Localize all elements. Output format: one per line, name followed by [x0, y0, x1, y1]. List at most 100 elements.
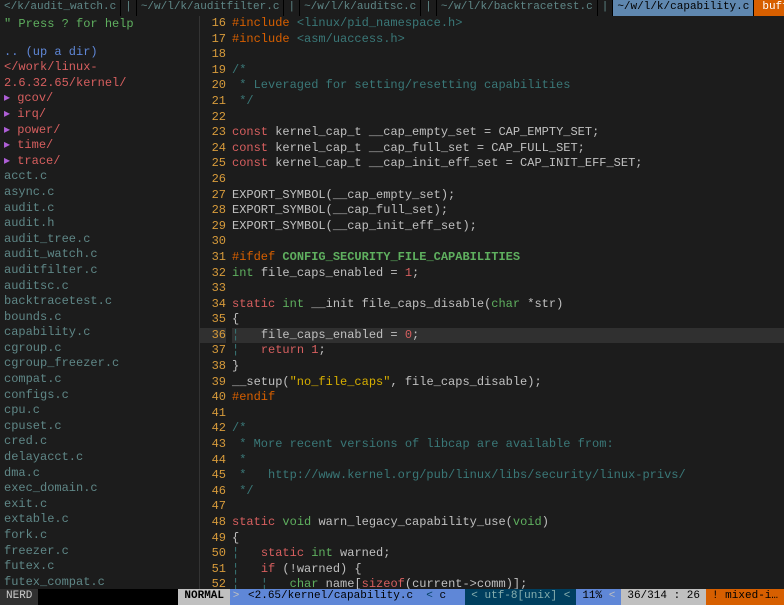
code-line[interactable]: [232, 172, 784, 188]
code-line[interactable]: *: [232, 453, 784, 469]
code-line[interactable]: #endif: [232, 390, 784, 406]
line-number: 26: [200, 172, 226, 188]
code-line[interactable]: ¦ file_caps_enabled = 0;: [232, 328, 784, 344]
file-entry[interactable]: fork.c: [4, 528, 195, 544]
code-line[interactable]: const kernel_cap_t __cap_empty_set = CAP…: [232, 125, 784, 141]
file-entry[interactable]: capability.c: [4, 325, 195, 341]
line-number: 43: [200, 437, 226, 453]
code-line[interactable]: EXPORT_SYMBOL(__cap_init_eff_set);: [232, 219, 784, 235]
file-entry[interactable]: futex_compat.c: [4, 575, 195, 589]
dir-entry[interactable]: ▸ gcov/: [4, 91, 195, 107]
line-number: 33: [200, 281, 226, 297]
file-tree-sidebar[interactable]: " Press ? for help .. (up a dir) </work/…: [0, 16, 200, 589]
line-number: 32: [200, 266, 226, 282]
code-content[interactable]: #include <linux/pid_namespace.h>#include…: [232, 16, 784, 589]
code-line[interactable]: static int __init file_caps_disable(char…: [232, 297, 784, 313]
line-number: 40: [200, 390, 226, 406]
code-line[interactable]: * http://www.kernel.org/pub/linux/libs/s…: [232, 468, 784, 484]
up-dir[interactable]: .. (up a dir): [4, 45, 195, 61]
code-line[interactable]: EXPORT_SYMBOL(__cap_full_set);: [232, 203, 784, 219]
code-line[interactable]: ¦ ¦ char name[sizeof(current->comm)];: [232, 577, 784, 589]
code-line[interactable]: [232, 499, 784, 515]
code-line[interactable]: EXPORT_SYMBOL(__cap_empty_set);: [232, 188, 784, 204]
code-line[interactable]: /*: [232, 421, 784, 437]
tab-1[interactable]: ~/w/l/k/auditfilter.c: [137, 0, 285, 16]
status-warning: ! mixed-i…: [706, 589, 784, 605]
file-entry[interactable]: bounds.c: [4, 310, 195, 326]
file-entry[interactable]: backtracetest.c: [4, 294, 195, 310]
file-entry[interactable]: exit.c: [4, 497, 195, 513]
code-line[interactable]: [232, 281, 784, 297]
code-line[interactable]: */: [232, 484, 784, 500]
dir-entry[interactable]: ▸ trace/: [4, 154, 195, 170]
file-entry[interactable]: cpu.c: [4, 403, 195, 419]
line-number: 27: [200, 188, 226, 204]
file-entry[interactable]: audit.h: [4, 216, 195, 232]
file-entry[interactable]: audit.c: [4, 201, 195, 217]
file-entry[interactable]: exec_domain.c: [4, 481, 195, 497]
tab-4[interactable]: ~/w/l/k/capability.c: [613, 0, 754, 16]
tab-0[interactable]: </k/audit_watch.c: [0, 0, 121, 16]
dir-entry[interactable]: ▸ power/: [4, 123, 195, 139]
code-line[interactable]: const kernel_cap_t __cap_full_set = CAP_…: [232, 141, 784, 157]
code-line[interactable]: __setup("no_file_caps", file_caps_disabl…: [232, 375, 784, 391]
buffers-button[interactable]: buffers: [754, 0, 784, 16]
file-entry[interactable]: dma.c: [4, 466, 195, 482]
line-number: 18: [200, 47, 226, 63]
code-line[interactable]: * More recent versions of libcap are ava…: [232, 437, 784, 453]
file-entry[interactable]: compat.c: [4, 372, 195, 388]
line-number: 46: [200, 484, 226, 500]
line-number: 41: [200, 406, 226, 422]
file-entry[interactable]: futex.c: [4, 559, 195, 575]
line-number: 49: [200, 531, 226, 547]
code-line[interactable]: ¦ if (!warned) {: [232, 562, 784, 578]
code-line[interactable]: #ifdef CONFIG_SECURITY_FILE_CAPABILITIES: [232, 250, 784, 266]
code-line[interactable]: ¦ return 1;: [232, 343, 784, 359]
file-entry[interactable]: extable.c: [4, 512, 195, 528]
file-entry[interactable]: acct.c: [4, 169, 195, 185]
status-percent: 11% <: [576, 589, 621, 605]
file-entry[interactable]: async.c: [4, 185, 195, 201]
line-number: 21: [200, 94, 226, 110]
file-entry[interactable]: auditsc.c: [4, 279, 195, 295]
line-number: 16: [200, 16, 226, 32]
line-number: 23: [200, 125, 226, 141]
line-number: 35: [200, 312, 226, 328]
file-entry[interactable]: freezer.c: [4, 544, 195, 560]
code-line[interactable]: const kernel_cap_t __cap_init_eff_set = …: [232, 156, 784, 172]
code-line[interactable]: {: [232, 312, 784, 328]
code-line[interactable]: ¦ static int warned;: [232, 546, 784, 562]
dir-entry[interactable]: ▸ time/: [4, 138, 195, 154]
code-line[interactable]: #include <asm/uaccess.h>: [232, 32, 784, 48]
file-entry[interactable]: audit_tree.c: [4, 232, 195, 248]
file-entry[interactable]: configs.c: [4, 388, 195, 404]
code-line[interactable]: [232, 406, 784, 422]
file-entry[interactable]: cgroup.c: [4, 341, 195, 357]
file-entry[interactable]: delayacct.c: [4, 450, 195, 466]
line-number: 36: [200, 328, 226, 344]
code-editor[interactable]: 1617181920212223242526272829303132333435…: [200, 16, 784, 589]
code-line[interactable]: [232, 47, 784, 63]
file-entry[interactable]: audit_watch.c: [4, 247, 195, 263]
code-line[interactable]: #include <linux/pid_namespace.h>: [232, 16, 784, 32]
code-line[interactable]: [232, 110, 784, 126]
file-entry[interactable]: cpuset.c: [4, 419, 195, 435]
status-nerd: NERD: [0, 589, 38, 605]
file-entry[interactable]: cred.c: [4, 434, 195, 450]
tab-bar: </k/audit_watch.c|~/w/l/k/auditfilter.c|…: [0, 0, 784, 16]
code-line[interactable]: /*: [232, 63, 784, 79]
code-line[interactable]: static void warn_legacy_capability_use(v…: [232, 515, 784, 531]
code-line[interactable]: [232, 234, 784, 250]
code-line[interactable]: * Leveraged for setting/resetting capabi…: [232, 78, 784, 94]
file-entry[interactable]: auditfilter.c: [4, 263, 195, 279]
tab-3[interactable]: ~/w/l/k/backtracetest.c: [437, 0, 598, 16]
code-line[interactable]: */: [232, 94, 784, 110]
line-number: 34: [200, 297, 226, 313]
file-list: acct.c async.c audit.c audit.h audit_tre…: [4, 169, 195, 589]
tab-2[interactable]: ~/w/l/k/auditsc.c: [300, 0, 421, 16]
code-line[interactable]: }: [232, 359, 784, 375]
code-line[interactable]: {: [232, 531, 784, 547]
code-line[interactable]: int file_caps_enabled = 1;: [232, 266, 784, 282]
file-entry[interactable]: cgroup_freezer.c: [4, 356, 195, 372]
dir-entry[interactable]: ▸ irq/: [4, 107, 195, 123]
